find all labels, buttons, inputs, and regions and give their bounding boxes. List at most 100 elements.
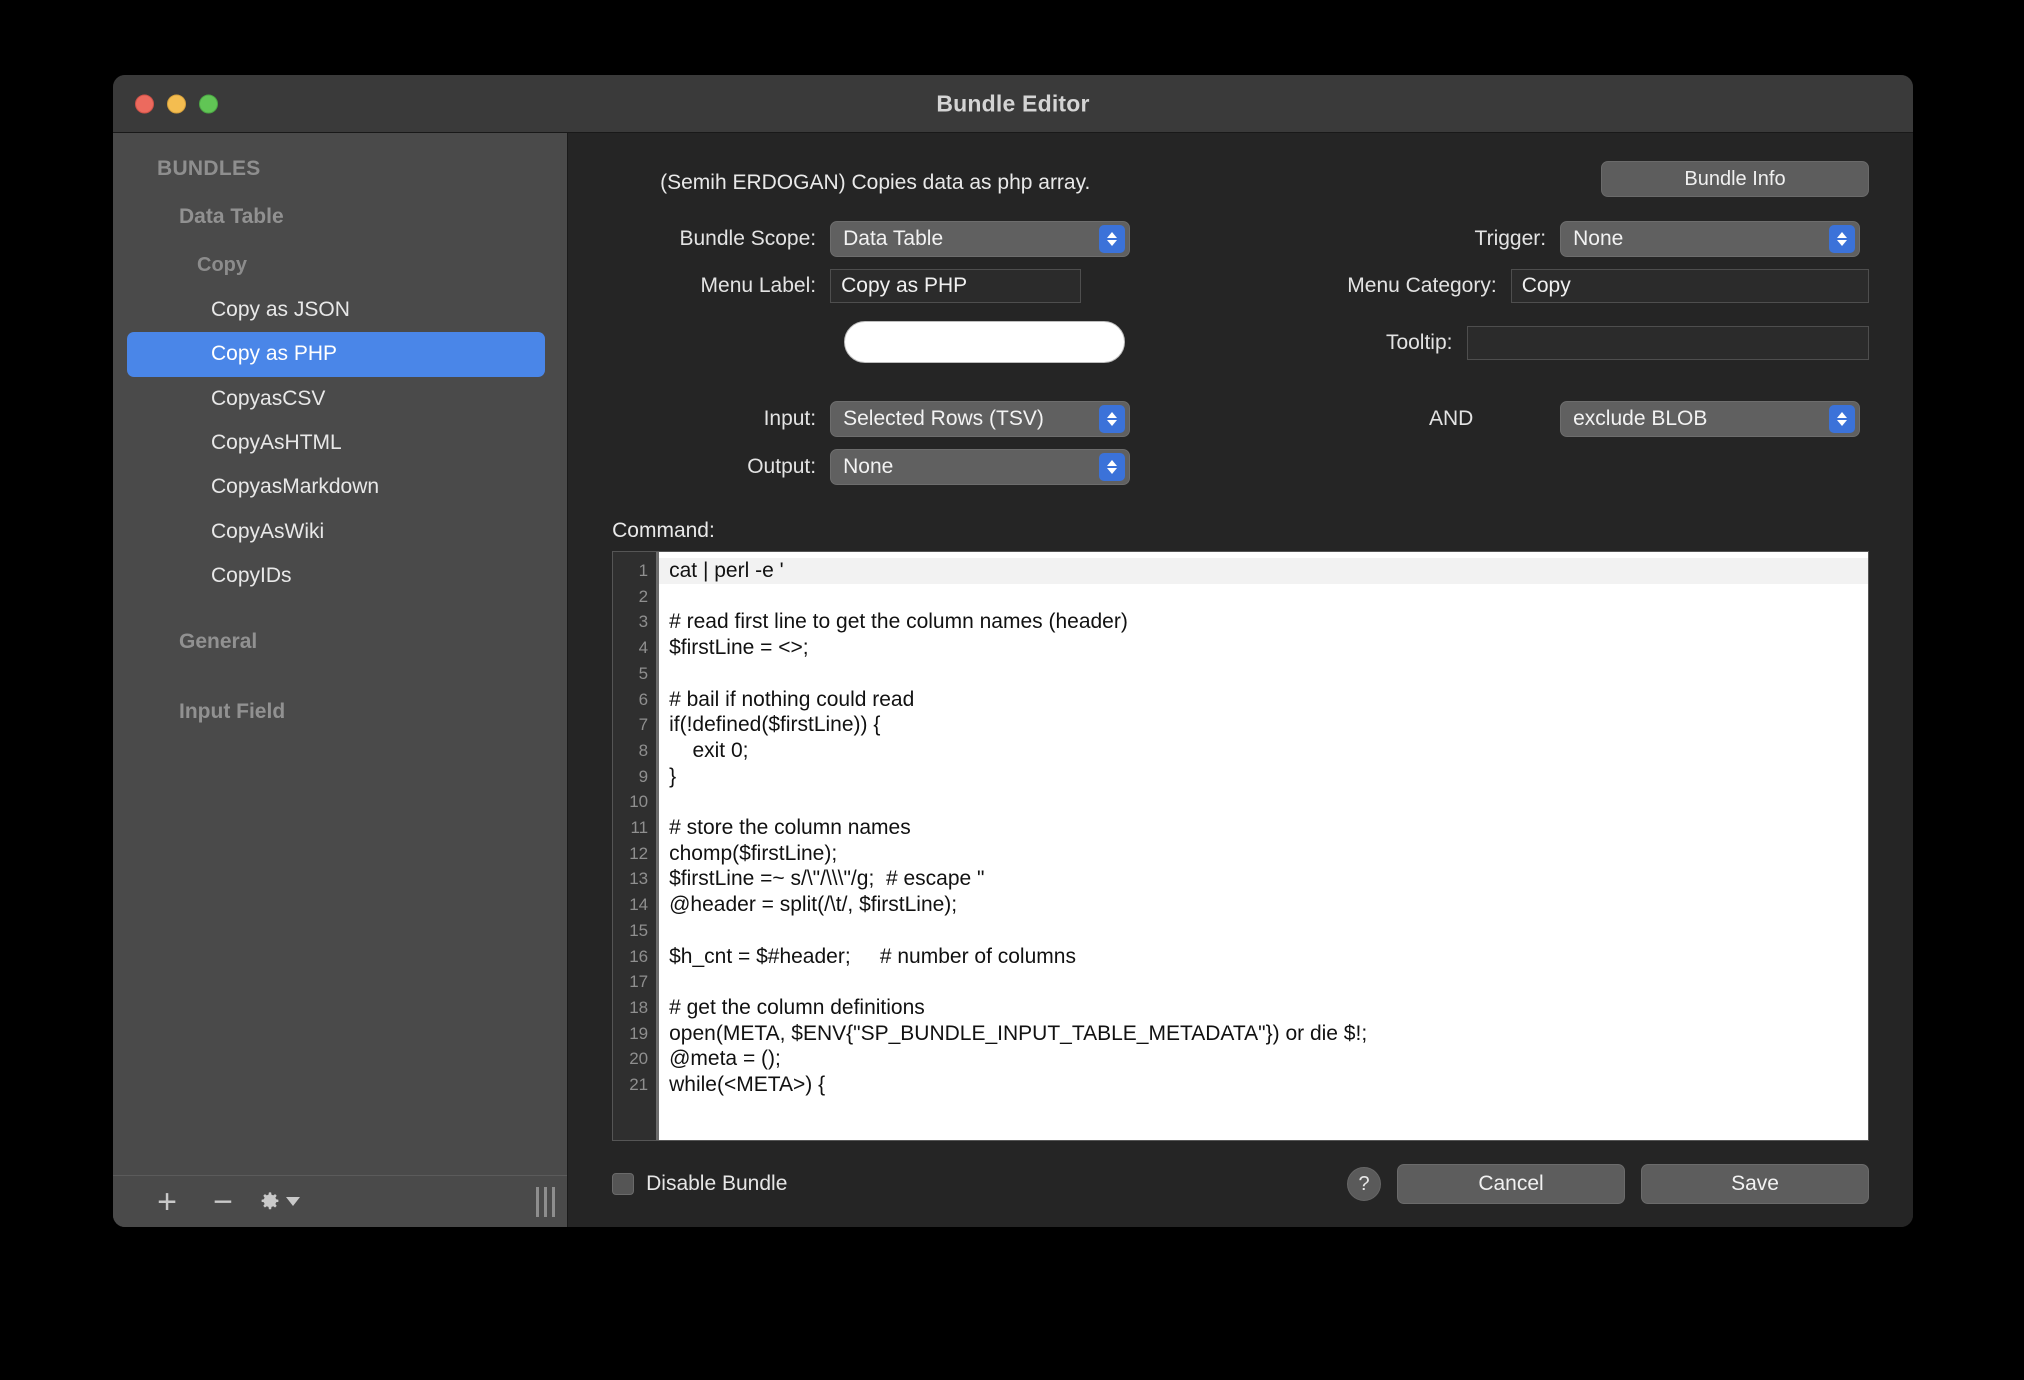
input-label: Input:: [612, 407, 830, 431]
editor-code-line: @meta = ();: [659, 1046, 1868, 1072]
row-shortcut-tooltip: Tooltip:: [612, 315, 1869, 371]
bundle-scope-label: Bundle Scope:: [612, 227, 830, 251]
sidebar-section-general[interactable]: General: [113, 616, 567, 668]
command-editor[interactable]: 123456789101112131415161718192021 cat | …: [612, 551, 1869, 1141]
editor-code-line: if(!defined($firstLine)) {: [659, 712, 1868, 738]
menu-category-label: Menu Category:: [1293, 274, 1511, 298]
sidebar-resize-grip[interactable]: [536, 1187, 555, 1217]
sidebar-item-copyashtml[interactable]: CopyAsHTML: [127, 421, 545, 465]
output-select[interactable]: None: [830, 449, 1130, 485]
editor-code-line: # get the column definitions: [659, 995, 1868, 1021]
row-menulabel-category: Menu Label: Copy as PHP Menu Category: C…: [612, 269, 1869, 303]
menu-label-label: Menu Label:: [612, 274, 830, 298]
sidebar-item-copyids[interactable]: CopyIDs: [127, 554, 545, 598]
window-title: Bundle Editor: [113, 90, 1913, 117]
bundles-list[interactable]: BUNDLES Data Table Copy Copy as JSON Cop…: [113, 133, 567, 1175]
stepper-icon[interactable]: [1099, 405, 1125, 433]
editor-line-number: 13: [613, 866, 656, 892]
editor-line-number: 5: [613, 661, 656, 687]
dialog-action-buttons: ? Cancel Save: [1347, 1164, 1869, 1204]
editor-line-number: 12: [613, 841, 656, 867]
chevron-down-icon: [286, 1197, 300, 1206]
input-value: Selected Rows (TSV): [843, 407, 1044, 431]
input-select[interactable]: Selected Rows (TSV): [830, 401, 1130, 437]
save-button[interactable]: Save: [1641, 1164, 1869, 1204]
disable-bundle-row[interactable]: Disable Bundle: [612, 1172, 787, 1196]
sidebar-group-copy[interactable]: Copy: [113, 243, 567, 288]
stepper-icon[interactable]: [1829, 405, 1855, 433]
disable-bundle-label: Disable Bundle: [646, 1172, 787, 1196]
trigger-label: Trigger:: [1342, 227, 1560, 251]
editor-line-number: 21: [613, 1072, 656, 1098]
bundle-scope-value: Data Table: [843, 227, 943, 251]
output-label: Output:: [612, 455, 830, 479]
bundle-fields: Bundle Scope: Data Table Trigger: None: [612, 221, 1869, 485]
editor-line-number: 7: [613, 712, 656, 738]
bundle-description: (Semih ERDOGAN) Copies data as php array…: [660, 171, 1090, 195]
bundle-editor-window: Bundle Editor BUNDLES Data Table Copy Co…: [113, 75, 1913, 1227]
remove-bundle-button[interactable]: −: [195, 1182, 251, 1222]
bundle-actions-button[interactable]: [251, 1182, 307, 1222]
editor-code-line: [659, 789, 1868, 815]
sidebar-item-copyasmarkdown[interactable]: CopyasMarkdown: [127, 465, 545, 509]
stepper-icon[interactable]: [1099, 453, 1125, 481]
keyboard-shortcut-recorder[interactable]: [844, 321, 1124, 363]
row-output: Output: None: [612, 449, 1869, 485]
bundle-info-button[interactable]: Bundle Info: [1601, 161, 1869, 197]
sidebar-item-copy-as-php[interactable]: Copy as PHP: [127, 332, 545, 376]
trigger-value: None: [1573, 227, 1623, 251]
editor-line-number: 18: [613, 995, 656, 1021]
editor-line-number: 15: [613, 918, 656, 944]
menu-label-input[interactable]: Copy as PHP: [830, 269, 1081, 303]
editor-line-number: 17: [613, 969, 656, 995]
sidebar-header-bundles: BUNDLES: [113, 147, 567, 191]
gear-icon: [258, 1190, 282, 1214]
editor-code-line: [659, 969, 1868, 995]
tooltip-input[interactable]: [1467, 326, 1870, 360]
window-titlebar: Bundle Editor: [113, 75, 1913, 133]
bundle-form: (Semih ERDOGAN) Copies data as php array…: [568, 133, 1913, 497]
editor-line-number: 11: [613, 815, 656, 841]
disable-bundle-checkbox[interactable]: [612, 1173, 634, 1195]
editor-line-number: 10: [613, 789, 656, 815]
editor-line-number: 8: [613, 738, 656, 764]
add-bundle-button[interactable]: +: [139, 1182, 195, 1222]
editor-line-number: 6: [613, 687, 656, 713]
dialog-bottom-bar: Disable Bundle ? Cancel Save: [568, 1141, 1913, 1227]
editor-code-area[interactable]: cat | perl -e ' # read first line to get…: [659, 552, 1868, 1140]
trigger-select[interactable]: None: [1560, 221, 1860, 257]
editor-line-number: 9: [613, 764, 656, 790]
stepper-icon[interactable]: [1829, 225, 1855, 253]
stepper-icon[interactable]: [1099, 225, 1125, 253]
help-button[interactable]: ?: [1347, 1167, 1381, 1201]
editor-code-line: chomp($firstLine);: [659, 841, 1868, 867]
sidebar-section-input-field[interactable]: Input Field: [113, 686, 567, 738]
editor-code-line: [659, 918, 1868, 944]
command-label: Command:: [612, 519, 1913, 543]
blob-select[interactable]: exclude BLOB: [1560, 401, 1860, 437]
output-value: None: [843, 455, 893, 479]
editor-code-line: exit 0;: [659, 738, 1868, 764]
editor-line-number: 1: [613, 558, 656, 584]
sidebar-toolbar: + −: [113, 1175, 567, 1227]
editor-code-line: $h_cnt = $#header; # number of columns: [659, 944, 1868, 970]
editor-code-line: # bail if nothing could read: [659, 687, 1868, 713]
editor-code-line: [659, 584, 1868, 610]
sidebar-item-copyascsv[interactable]: CopyasCSV: [127, 377, 545, 421]
tooltip-label: Tooltip:: [1249, 331, 1467, 355]
editor-code-line: while(<META>) {: [659, 1072, 1868, 1098]
editor-line-number: 20: [613, 1046, 656, 1072]
editor-line-number: 2: [613, 584, 656, 610]
cancel-button[interactable]: Cancel: [1397, 1164, 1625, 1204]
editor-line-number: 14: [613, 892, 656, 918]
sidebar-item-copyaswiki[interactable]: CopyAsWiki: [127, 510, 545, 554]
sidebar-section-data-table[interactable]: Data Table: [113, 191, 567, 243]
bundles-sidebar: BUNDLES Data Table Copy Copy as JSON Cop…: [113, 133, 568, 1227]
row-input-blob: Input: Selected Rows (TSV) AND exclude B…: [612, 401, 1869, 437]
bundle-scope-select[interactable]: Data Table: [830, 221, 1130, 257]
menu-category-input[interactable]: Copy: [1511, 269, 1869, 303]
and-label: AND: [1342, 407, 1560, 431]
bundle-detail-pane: (Semih ERDOGAN) Copies data as php array…: [568, 133, 1913, 1227]
sidebar-item-copy-as-json[interactable]: Copy as JSON: [127, 288, 545, 332]
sidebar-spacer-1: [113, 598, 567, 616]
